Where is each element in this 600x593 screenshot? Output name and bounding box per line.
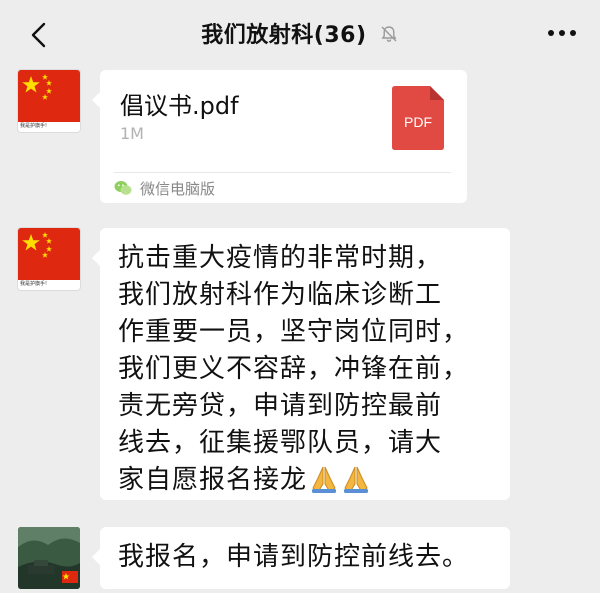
china-flag-icon: [18, 228, 80, 280]
avatar[interactable]: 我是护旗手!: [18, 70, 80, 132]
emoji-group: [309, 464, 373, 494]
file-source: 微信电脑版: [114, 176, 215, 200]
more-icon[interactable]: [546, 28, 578, 38]
divider: [114, 172, 451, 173]
folded-hands-icon: [312, 466, 337, 493]
mute-bell-icon: [381, 26, 397, 42]
file-name: 倡议书.pdf: [120, 92, 239, 120]
avatar-caption: 我是护旗手!: [20, 123, 48, 129]
message-text: 我报名，申请到防控前线去。: [118, 542, 470, 572]
message-body: 抗击重大疫情的非常时期， 我们放射科作为临床诊断工 作重要一员，坚守岗位同时， …: [118, 243, 470, 495]
message-text: 抗击重大疫情的非常时期， 我们放射科作为临床诊断工 作重要一员，坚守岗位同时， …: [118, 240, 498, 499]
avatar-caption: 我是护旗手!: [20, 281, 48, 287]
folded-hands-icon: [344, 466, 369, 493]
file-message-card[interactable]: 倡议书.pdf 1M PDF 微信电脑版: [92, 70, 467, 203]
pdf-file-icon: PDF: [392, 86, 444, 150]
member-count: (36): [313, 23, 367, 48]
file-size: 1M: [120, 124, 144, 143]
text-message-bubble[interactable]: 我报名，申请到防控前线去。: [92, 527, 510, 589]
chat-header: 我们放射科(36): [0, 0, 600, 66]
landscape-avatar-icon: [18, 527, 80, 589]
text-message-bubble[interactable]: 抗击重大疫情的非常时期， 我们放射科作为临床诊断工 作重要一员，坚守岗位同时， …: [92, 228, 510, 500]
group-name: 我们放射科: [201, 23, 314, 48]
file-source-label: 微信电脑版: [140, 179, 216, 198]
pdf-badge: PDF: [404, 114, 432, 130]
avatar[interactable]: [18, 527, 80, 589]
wechat-icon: [114, 181, 132, 195]
china-flag-icon: [18, 70, 80, 122]
avatar[interactable]: 我是护旗手!: [18, 228, 80, 290]
chat-title: 我们放射科(36): [0, 17, 600, 49]
